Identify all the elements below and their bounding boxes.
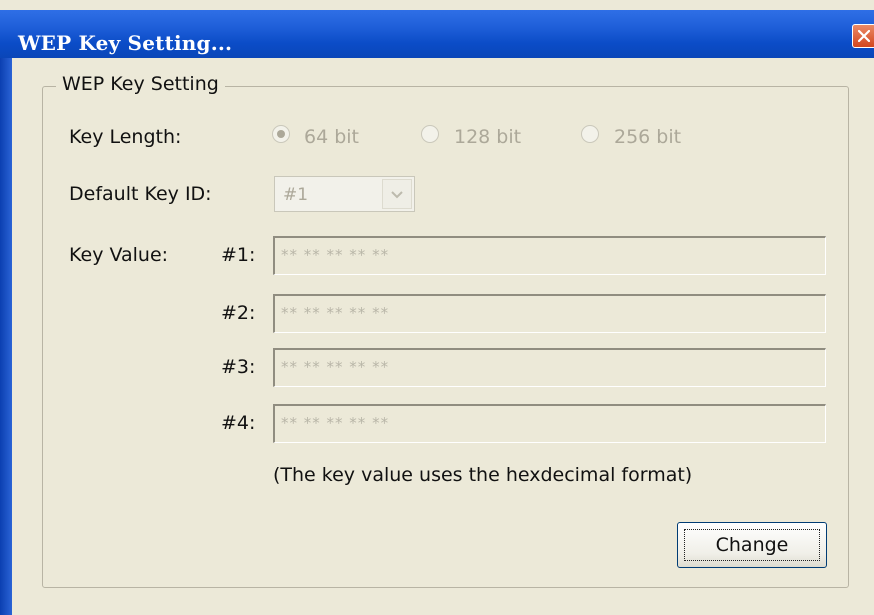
key-value-label: Key Value: (69, 244, 169, 266)
window-title: WEP Key Setting... (18, 31, 233, 55)
key-length-label: Key Length: (69, 126, 182, 148)
chevron-down-icon (391, 191, 403, 199)
window-frame-left (0, 58, 12, 615)
key-3-value: ** ** ** ** ** (281, 358, 390, 376)
key-1-value: ** ** ** ** ** (281, 246, 390, 264)
close-icon (858, 30, 870, 42)
key-1-label: #1: (221, 244, 256, 266)
wep-key-groupbox (42, 86, 849, 588)
key-2-label: #2: (221, 302, 256, 324)
default-key-id-dropdown-button[interactable] (382, 179, 412, 209)
wep-key-setting-dialog: WEP Key Setting... WEP Key Setting Key L… (0, 0, 874, 615)
key-2-value: ** ** ** ** ** (281, 304, 390, 322)
radio-256-bit[interactable] (581, 125, 599, 143)
key-3-label: #3: (221, 356, 256, 378)
key-4-input[interactable]: ** ** ** ** ** (273, 404, 826, 443)
change-button[interactable]: Change (677, 522, 827, 568)
default-key-id-value: #1 (283, 185, 309, 205)
radio-64-bit-label: 64 bit (304, 126, 360, 148)
default-key-id-label: Default Key ID: (69, 183, 212, 205)
key-3-input[interactable]: ** ** ** ** ** (273, 348, 826, 387)
default-key-id-select[interactable]: #1 (274, 176, 415, 212)
radio-64-bit[interactable] (272, 125, 290, 143)
key-4-value: ** ** ** ** ** (281, 414, 390, 432)
hex-format-hint: (The key value uses the hexdecimal forma… (273, 464, 693, 486)
radio-128-bit-label: 128 bit (454, 126, 522, 148)
key-4-label: #4: (221, 412, 256, 434)
key-1-input[interactable]: ** ** ** ** ** (273, 236, 826, 275)
radio-256-bit-label: 256 bit (614, 126, 682, 148)
groupbox-legend: WEP Key Setting (56, 73, 225, 95)
close-button[interactable] (852, 24, 874, 48)
title-bar[interactable]: WEP Key Setting... (0, 10, 874, 58)
change-button-label: Change (715, 534, 789, 556)
key-2-input[interactable]: ** ** ** ** ** (273, 294, 826, 333)
radio-128-bit[interactable] (421, 125, 439, 143)
